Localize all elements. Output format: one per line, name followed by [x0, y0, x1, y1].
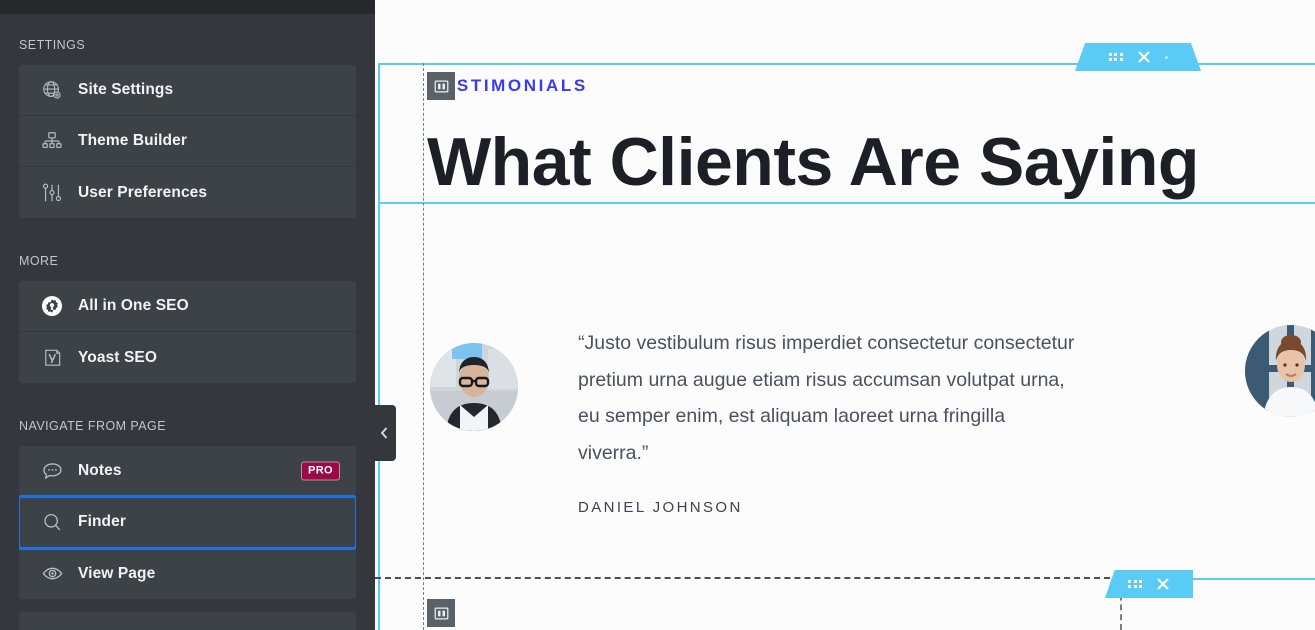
handle-indicator-dot [1164, 55, 1168, 59]
panel-scroll-area[interactable]: SETTINGS Site Settings Theme Builder Use… [0, 14, 375, 630]
quote-column: “Justo vestibulum risus imperdiet consec… [578, 325, 1078, 516]
sidebar-item-label: View Page [78, 564, 156, 582]
sidebar-item-label: Finder [78, 513, 126, 530]
testimonial-author[interactable]: DANIEL JOHNSON [578, 499, 1078, 516]
sidebar-item-yoast-seo[interactable]: Yoast SEO [19, 332, 356, 383]
bottom-dashed-guide [375, 577, 1120, 579]
globe-gear-icon [39, 77, 65, 103]
menu-card-navigate: Notes PRO Finder View Page [19, 446, 356, 599]
group-title-more: MORE [19, 254, 59, 268]
avatar [430, 343, 518, 431]
section-handle-top[interactable] [1075, 43, 1201, 71]
close-icon[interactable] [1137, 50, 1151, 64]
panel-collapse-toggle[interactable] [373, 405, 396, 461]
menu-card-settings: Site Settings Theme Builder User Prefere… [19, 65, 356, 218]
section-left-rail [378, 63, 380, 630]
search-icon [39, 509, 65, 535]
editor-sidebar-panel: SETTINGS Site Settings Theme Builder Use… [0, 0, 375, 630]
pro-badge: PRO [300, 461, 340, 481]
sidebar-item-all-in-one-seo[interactable]: All in One SEO [19, 281, 356, 332]
menu-card-more: All in One SEO Yoast SEO [19, 281, 356, 383]
sidebar-item-label: Site Settings [78, 81, 174, 98]
sidebar-item-notes[interactable]: Notes PRO [19, 446, 356, 497]
testimonial-quote[interactable]: “Justo vestibulum risus imperdiet consec… [578, 325, 1078, 471]
sliders-icon [39, 180, 65, 206]
yoast-seo-icon [39, 345, 65, 371]
elementor-editor-screen: SETTINGS Site Settings Theme Builder Use… [0, 0, 1315, 630]
sidebar-item-label: Yoast SEO [78, 348, 157, 366]
grid-dots-icon[interactable] [1128, 579, 1142, 589]
sidebar-item-label: Notes [78, 462, 122, 479]
editor-canvas[interactable]: TESTIMONIALS What Clients Are Saying “Ju… [375, 0, 1315, 630]
chevron-left-icon [379, 426, 390, 440]
page-title[interactable]: What Clients Are Saying [427, 128, 1199, 196]
comment-icon [39, 458, 65, 484]
sitemap-icon [39, 128, 65, 154]
avatar [1245, 325, 1315, 417]
sidebar-item-label: User Preferences [78, 183, 208, 201]
all-in-one-seo-icon [39, 293, 65, 319]
group-title-navigate-from-page: NAVIGATE FROM PAGE [19, 419, 167, 433]
sidebar-item-label: All in One SEO [78, 297, 189, 314]
sidebar-item-user-preferences[interactable]: User Preferences [19, 167, 356, 218]
sidebar-item-site-settings[interactable]: Site Settings [19, 65, 356, 116]
column-guide-left [423, 63, 424, 630]
menu-card-overflow [19, 612, 356, 630]
column-handle-bottom[interactable] [427, 599, 455, 627]
sidebar-item-theme-builder[interactable]: Theme Builder [19, 116, 356, 167]
columns-icon [434, 79, 449, 94]
close-icon[interactable] [1156, 577, 1170, 591]
sidebar-item-label: Theme Builder [78, 132, 187, 149]
column-handle-top[interactable] [427, 72, 455, 100]
sidebar-item-partial[interactable] [19, 612, 356, 630]
sidebar-item-view-page[interactable]: View Page [19, 548, 356, 599]
panel-top-bar [0, 0, 375, 14]
columns-icon [434, 606, 449, 621]
testimonial-block[interactable]: “Justo vestibulum risus imperdiet consec… [430, 325, 1315, 516]
group-title-settings: SETTINGS [19, 38, 86, 52]
grid-dots-icon[interactable] [1108, 52, 1123, 62]
section-handle-bottom[interactable] [1105, 570, 1193, 598]
eye-icon [39, 561, 65, 587]
sidebar-item-finder[interactable]: Finder [19, 495, 356, 550]
